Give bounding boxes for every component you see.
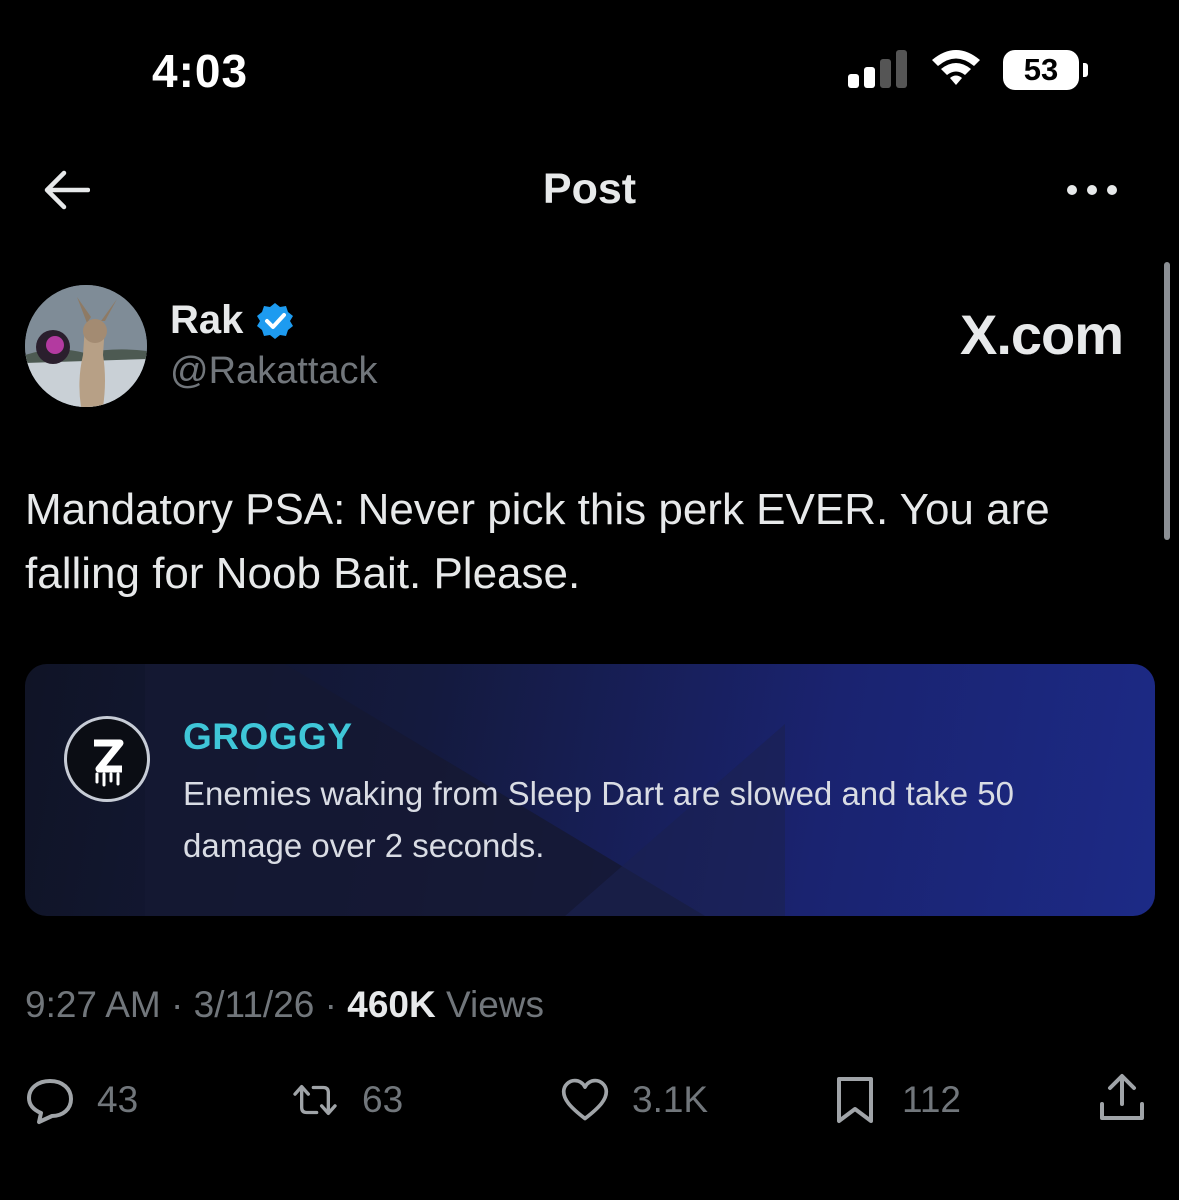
perk-icon <box>64 716 150 802</box>
post-text: Mandatory PSA: Never pick this perk EVER… <box>25 485 1050 598</box>
status-time: 4:03 <box>152 45 249 97</box>
meta-separator: · <box>171 984 194 1025</box>
signal-icon <box>848 50 910 88</box>
views-label: Views <box>445 984 545 1025</box>
post-meta: 9:27 AM · 3/11/26 · 460K Views <box>25 984 544 1026</box>
more-icon[interactable] <box>1064 180 1120 200</box>
bookmark-icon <box>837 1077 873 1123</box>
bottom-edge <box>0 1176 1179 1200</box>
battery-tip <box>1083 63 1088 77</box>
wifi-icon <box>932 50 980 85</box>
perk-description: Enemies waking from Sleep Dart are slowe… <box>183 775 1014 864</box>
bookmark-button[interactable]: 112 <box>830 1072 961 1128</box>
like-icon <box>561 1078 609 1121</box>
reply-count: 43 <box>97 1079 139 1120</box>
scrollbar[interactable] <box>1164 262 1170 540</box>
repost-button[interactable]: 63 <box>290 1072 403 1128</box>
share-icon[interactable] <box>1096 1072 1148 1124</box>
repost-icon <box>293 1085 337 1116</box>
display-name[interactable]: Rak <box>170 298 243 343</box>
reply-button[interactable]: 43 <box>25 1072 138 1128</box>
battery-level: 53 <box>1023 52 1059 87</box>
battery-icon: 53 <box>1003 50 1079 90</box>
bookmark-count: 112 <box>902 1079 961 1120</box>
handle[interactable]: @Rakattack <box>170 350 378 393</box>
page-title: Post <box>542 165 637 213</box>
post-date[interactable]: 3/11/26 <box>194 984 315 1025</box>
watermark: X.com <box>960 303 1124 366</box>
post-time[interactable]: 9:27 AM <box>25 984 161 1025</box>
avatar[interactable] <box>25 285 147 407</box>
views-count[interactable]: 460K <box>347 984 435 1025</box>
reply-icon <box>27 1079 73 1124</box>
like-button[interactable]: 3.1K <box>560 1072 708 1128</box>
verified-badge-icon <box>257 303 293 339</box>
meta-separator: · <box>324 984 348 1025</box>
like-count: 3.1K <box>632 1079 709 1120</box>
repost-count: 63 <box>362 1079 404 1120</box>
perk-name: GROGGY <box>183 716 353 757</box>
